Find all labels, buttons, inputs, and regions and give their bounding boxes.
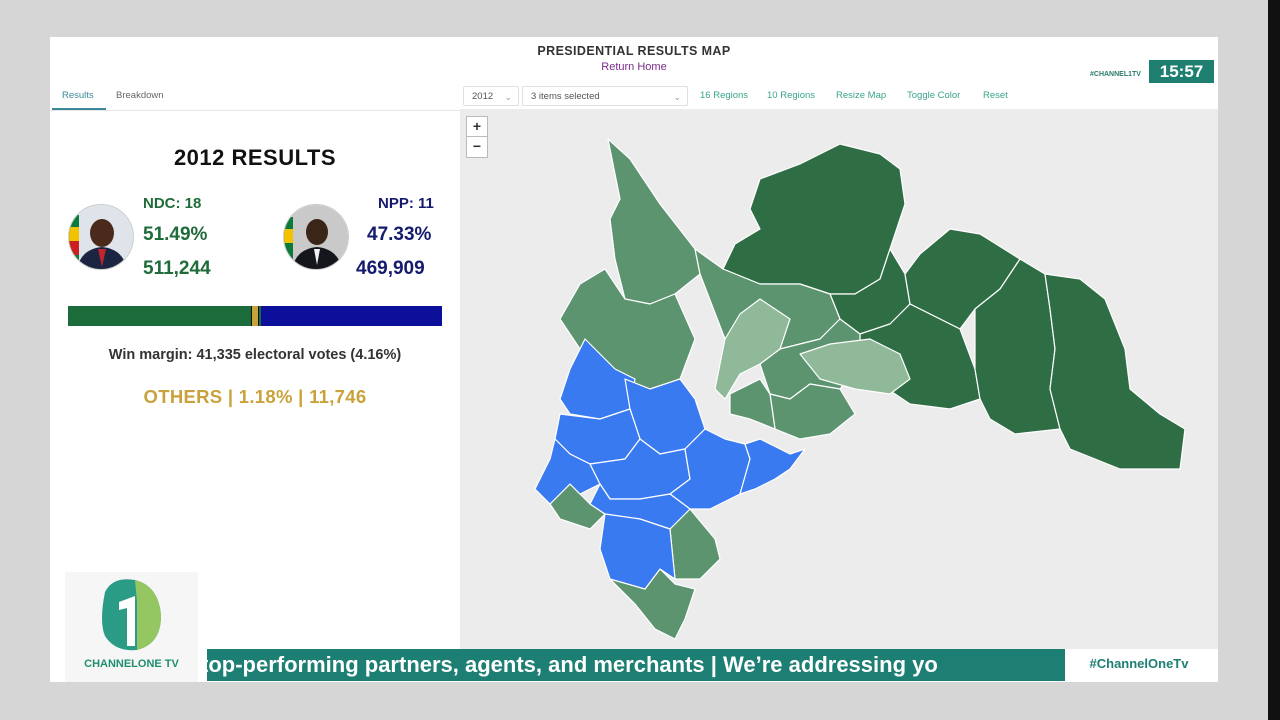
npp-label: NPP: 11 bbox=[378, 195, 434, 212]
win-margin-text: Win margin: 41,335 electoral votes (4.16… bbox=[108, 347, 402, 363]
map-toolbar: 2012 ⌄ 3 items selected ⌄ 16 Regions 10 … bbox=[460, 84, 1218, 108]
channel-tag: #CHANNEL1TV bbox=[1090, 71, 1141, 78]
results-map[interactable]: + − bbox=[460, 109, 1218, 649]
ndc-votes: 511,244 bbox=[143, 258, 211, 279]
items-select-value: 3 items selected bbox=[531, 91, 600, 102]
logo-mark-icon bbox=[102, 579, 161, 651]
page-title: PRESIDENTIAL RESULTS MAP bbox=[537, 44, 731, 58]
region-northwest-1 bbox=[607, 138, 701, 305]
map-svg bbox=[534, 138, 1186, 640]
vote-margin-bar bbox=[68, 306, 442, 326]
chevron-down-icon: ⌄ bbox=[673, 92, 681, 102]
link-16-regions[interactable]: 16 Regions bbox=[700, 90, 748, 101]
region-northeast-1 bbox=[722, 143, 906, 295]
ndc-percent: 51.49% bbox=[143, 224, 208, 245]
active-tab-indicator bbox=[52, 108, 106, 110]
app-frame: PRESIDENTIAL RESULTS MAP Return Home #CH… bbox=[50, 37, 1218, 682]
npp-votes: 469,909 bbox=[356, 258, 425, 279]
items-select[interactable]: 3 items selected ⌄ bbox=[522, 86, 688, 106]
return-home-link[interactable]: Return Home bbox=[50, 61, 1218, 73]
region-npp-7 bbox=[739, 438, 806, 495]
ticker-hashtag: #ChannelOneTv bbox=[1073, 652, 1205, 676]
chevron-down-icon: ⌄ bbox=[504, 92, 512, 102]
others-result: OTHERS | 1.18% | 11,746 bbox=[143, 386, 367, 407]
toggle-color-button[interactable]: Toggle Color bbox=[907, 90, 960, 101]
midpoint-marker bbox=[251, 306, 259, 326]
channel-one-logo: CHANNELONE TV bbox=[65, 572, 198, 682]
ndc-candidate-avatar bbox=[68, 204, 134, 270]
npp-candidate-avatar bbox=[283, 204, 349, 270]
npp-percent: 47.33% bbox=[367, 224, 432, 245]
ticker-text: top-performing partners, agents, and mer… bbox=[207, 652, 938, 677]
logo-text: CHANNELONE TV bbox=[84, 658, 179, 670]
edge-strip bbox=[1268, 0, 1280, 720]
year-select[interactable]: 2012 ⌄ bbox=[463, 86, 519, 106]
year-select-value: 2012 bbox=[472, 91, 494, 102]
ndc-label: NDC: 18 bbox=[143, 195, 202, 212]
news-ticker: top-performing partners, agents, and mer… bbox=[207, 649, 1065, 681]
resize-map-button[interactable]: Resize Map bbox=[836, 90, 886, 101]
ndc-share-fill bbox=[68, 306, 261, 326]
tab-results[interactable]: Results bbox=[62, 90, 94, 101]
clock: 15:57 bbox=[1149, 60, 1214, 83]
reset-button[interactable]: Reset bbox=[983, 90, 1008, 101]
results-title: 2012 RESULTS bbox=[173, 145, 337, 170]
link-10-regions[interactable]: 10 Regions bbox=[767, 90, 815, 101]
tab-breakdown[interactable]: Breakdown bbox=[116, 90, 164, 101]
region-east-4 bbox=[1044, 273, 1186, 470]
tab-bar: Results Breakdown bbox=[50, 84, 460, 111]
